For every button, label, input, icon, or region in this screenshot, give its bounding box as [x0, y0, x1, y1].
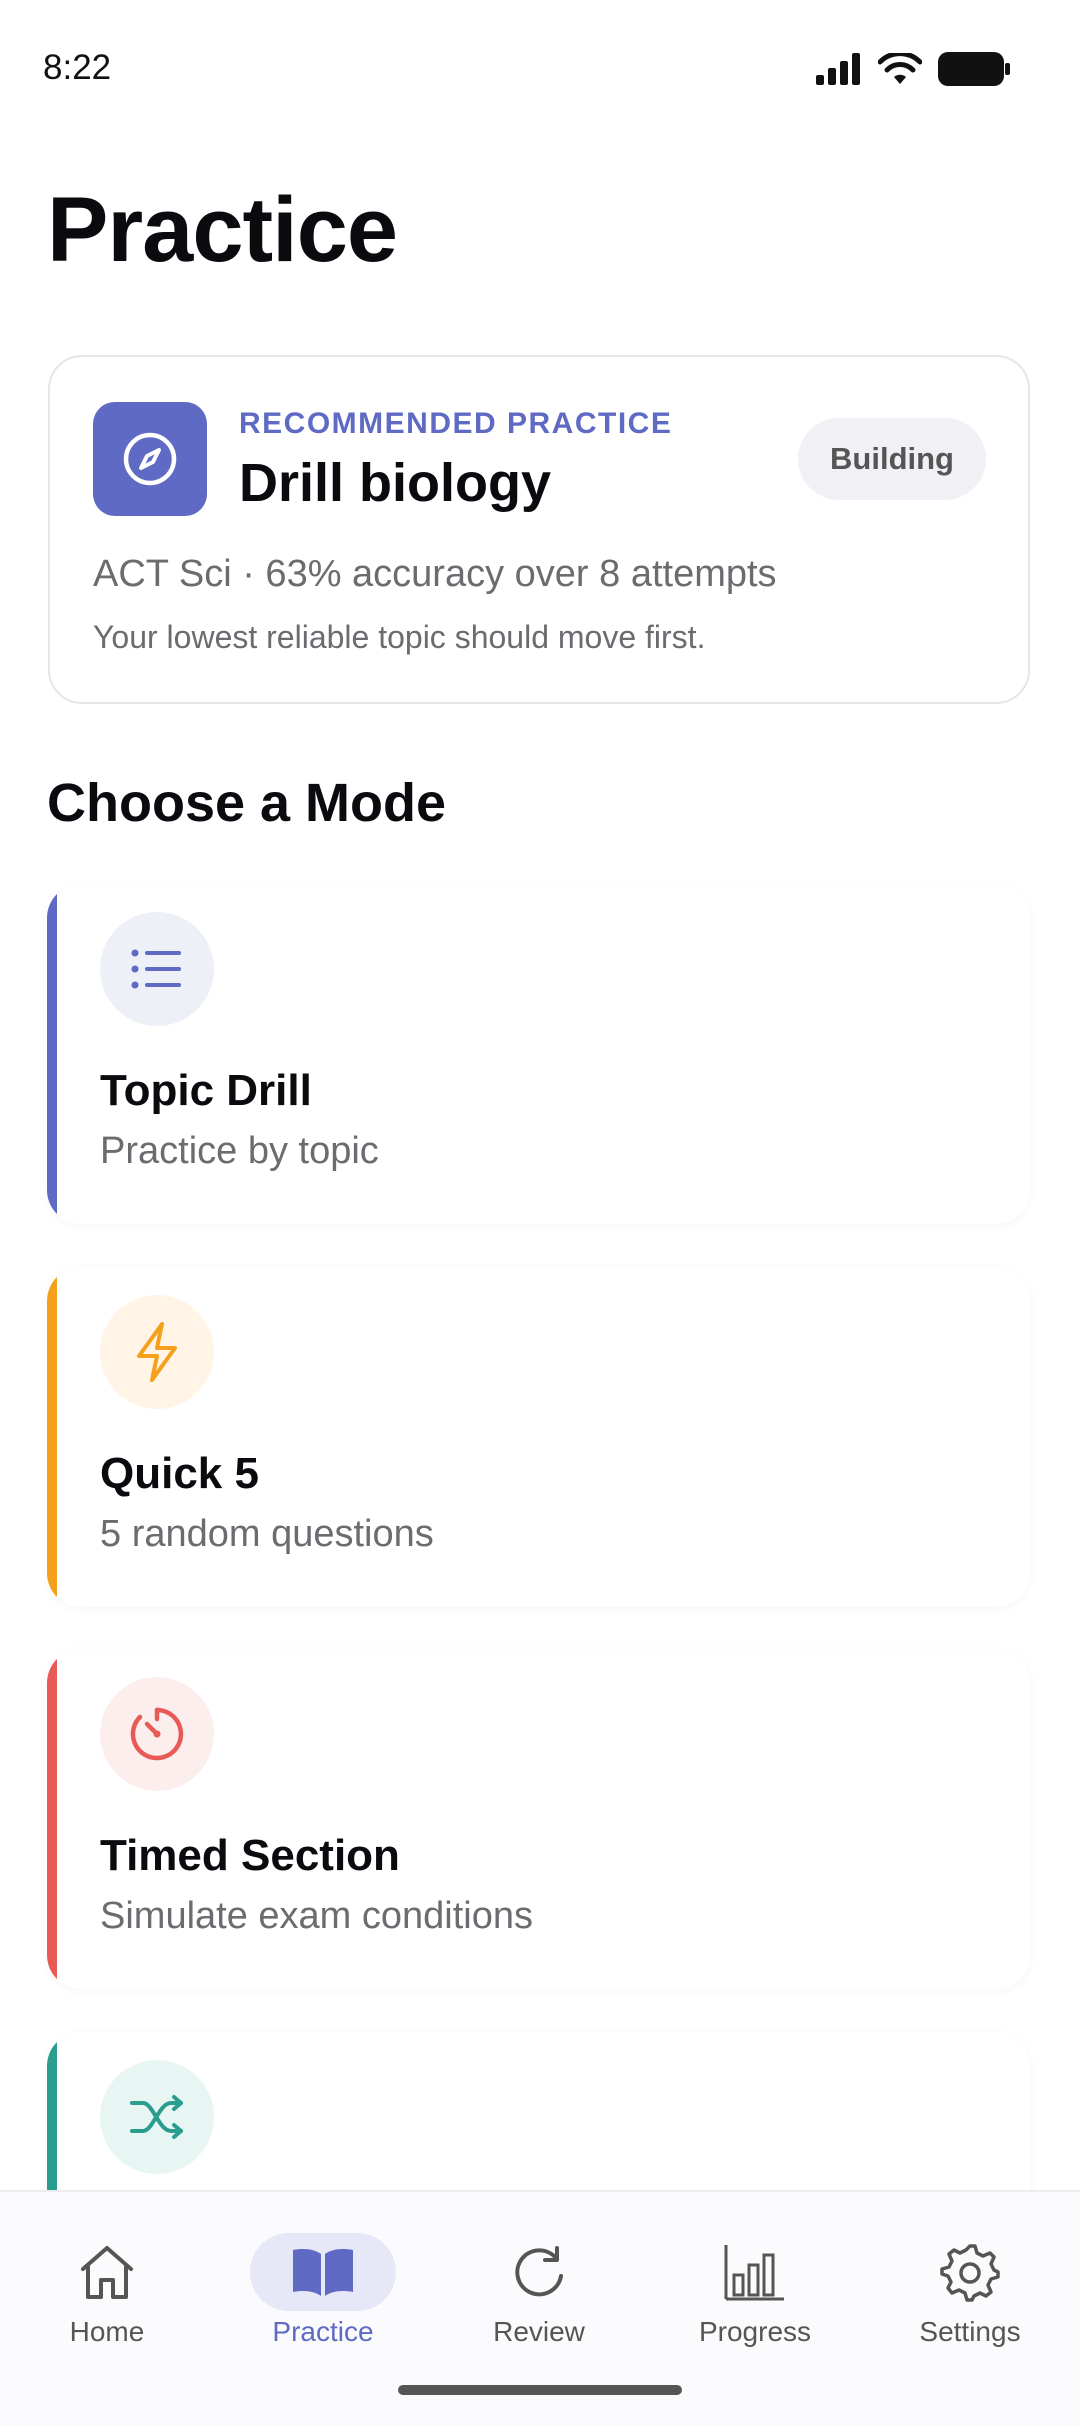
nav-label: Review: [493, 2316, 585, 2347]
accent-bar: [47, 1649, 57, 1989]
mode-card-quick-5[interactable]: Quick 5 5 random questions: [47, 1267, 1030, 1607]
mode-title: Topic Drill: [100, 1066, 312, 1115]
mode-subtitle: Simulate exam conditions: [100, 1895, 533, 1937]
mode-card-timed-section[interactable]: Timed Section Simulate exam conditions: [47, 1649, 1030, 1989]
nav-item-settings[interactable]: Settings: [870, 2232, 1070, 2348]
accent-bar: [47, 884, 57, 1224]
signal-icon: [816, 53, 860, 85]
status-time: 8:22: [43, 48, 112, 87]
list-icon: [100, 912, 214, 1026]
recommended-note: Your lowest reliable topic should move f…: [93, 619, 706, 655]
home-indicator: [398, 2385, 682, 2395]
timer-icon: [100, 1677, 214, 1791]
lightning-icon: [100, 1295, 214, 1409]
mode-subtitle: Practice by topic: [100, 1130, 379, 1172]
book-icon: [250, 2233, 396, 2311]
mode-title: Quick 5: [100, 1449, 259, 1498]
mode-card-topic-drill[interactable]: Topic Drill Practice by topic: [47, 884, 1030, 1224]
page-title: Practice: [47, 179, 398, 281]
nav-item-practice[interactable]: Practice: [223, 2232, 423, 2348]
compass-icon: [93, 402, 207, 516]
nav-label: Progress: [698, 2316, 812, 2347]
status-badge: Building: [798, 418, 986, 500]
nav-label: Home: [69, 2316, 145, 2347]
nav-label: Settings: [919, 2316, 1021, 2347]
recommended-kicker: RECOMMENDED PRACTICE: [239, 407, 673, 440]
nav-item-home[interactable]: Home: [7, 2232, 207, 2348]
nav-item-progress[interactable]: Progress: [655, 2232, 855, 2348]
nav-item-review[interactable]: Review: [439, 2232, 639, 2348]
status-bar: 8:22: [0, 0, 1080, 130]
accent-bar: [47, 1267, 57, 1607]
bar-chart-icon: [655, 2232, 855, 2312]
section-title: Choose a Mode: [47, 773, 447, 833]
recommended-title: Drill biology: [239, 453, 552, 513]
battery-icon: [938, 52, 1010, 86]
status-icons: [816, 52, 1010, 86]
wifi-icon: [878, 53, 922, 84]
mode-title: Timed Section: [100, 1831, 400, 1880]
refresh-icon: [439, 2232, 639, 2312]
gear-icon: [870, 2232, 1070, 2312]
recommended-practice-card[interactable]: RECOMMENDED PRACTICE Drill biology Build…: [48, 355, 1030, 704]
nav-label: Practice: [272, 2316, 374, 2347]
home-icon: [7, 2232, 207, 2312]
shuffle-icon: [100, 2060, 214, 2174]
mode-subtitle: 5 random questions: [100, 1513, 434, 1555]
recommended-meta: ACT Sci · 63% accuracy over 8 attempts: [93, 553, 777, 595]
